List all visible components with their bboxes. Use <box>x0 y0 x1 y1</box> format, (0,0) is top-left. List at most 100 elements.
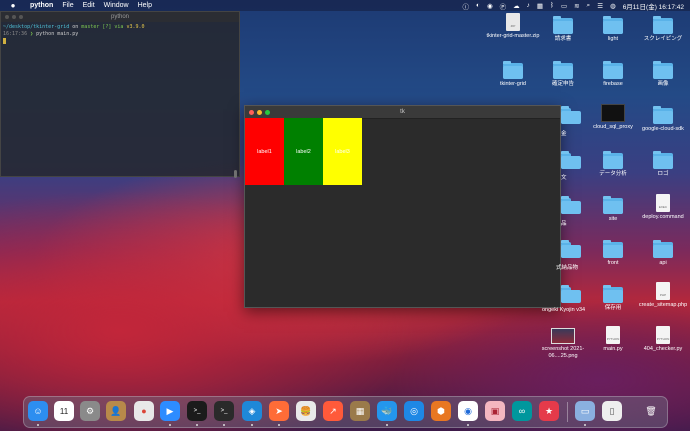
zoom-button[interactable] <box>265 110 270 115</box>
minimize-button[interactable] <box>257 110 262 115</box>
dock-docker-icon[interactable]: 🐳 <box>377 401 397 421</box>
dock-archiver-icon[interactable]: ▦ <box>350 401 370 421</box>
terminal-title: python <box>110 14 129 20</box>
desktop-icon-tkinter-grid[interactable]: tkinter-grid <box>485 61 541 88</box>
info-icon[interactable]: ⓘ <box>463 1 470 11</box>
dock-arduino-icon[interactable]: ∞ <box>512 401 532 421</box>
desktop-icon-deploy-command[interactable]: EXEC deploy.command <box>635 194 690 221</box>
desktop-icon-hozonyou[interactable]: 保存用 <box>585 285 641 312</box>
folder-icon <box>553 61 573 79</box>
terminal-body[interactable]: ~/desktop/tkinter-grid on master [?] via… <box>1 22 239 48</box>
dock-trash-icon[interactable]: 🗑 <box>641 401 661 421</box>
cloud-icon[interactable]: ☁ <box>513 2 520 10</box>
terminal-window[interactable]: python ~/desktop/tkinter-grid on master … <box>0 11 240 178</box>
partial-label-nouhinbutsu[interactable]: 式納品物 <box>556 263 578 271</box>
folder-icon <box>653 61 673 79</box>
partial-label-bun[interactable]: 文 <box>561 173 567 181</box>
partial-label-hin[interactable]: 品 <box>561 219 567 227</box>
desktop-icon-data-bunseki[interactable]: データ分析 <box>585 151 641 178</box>
desktop-icon-scraping[interactable]: スクレイピング <box>635 16 690 43</box>
terminal-titlebar[interactable]: python <box>1 12 239 22</box>
menu-file[interactable]: File <box>62 2 73 9</box>
zip-file-icon: ZIP <box>506 13 520 31</box>
desktop-icon-google-cloud-sdk[interactable]: google-cloud-sdk <box>635 106 690 133</box>
dock-sourcetree-icon[interactable]: ⬢ <box>431 401 451 421</box>
running-indicator <box>169 424 171 426</box>
partial-label-kin[interactable]: 金 <box>561 129 567 137</box>
prompt-line: ~/desktop/tkinter-grid on master [?] via… <box>3 24 145 30</box>
scrollbar[interactable] <box>234 170 237 178</box>
status-area: ⓘ ◐ ◉ Ⓟ ☁ ♪ ▦ ᛒ ▭ ≋ ⌕ ☰ ◍ 6月11日(金) 16:17… <box>463 0 684 11</box>
dock-screenshot-icon[interactable]: ▭ <box>575 401 595 421</box>
desktop-icon-cloud-sql-proxy[interactable]: cloud_sql_proxy <box>585 104 641 131</box>
bluetooth-icon[interactable]: ᛒ <box>550 2 554 9</box>
folder-icon <box>653 16 673 34</box>
dock-separator <box>567 402 568 422</box>
dock-dropbox-icon[interactable]: ◉ <box>458 401 478 421</box>
zoom-button[interactable] <box>19 15 23 19</box>
grid-icon[interactable]: ▦ <box>537 2 543 10</box>
running-indicator <box>223 424 225 426</box>
label2: label2 <box>284 118 323 185</box>
dock-postman-icon[interactable]: ➤ <box>269 401 289 421</box>
dock-tableplus-icon[interactable]: 🍔 <box>296 401 316 421</box>
desktop-icon-front[interactable]: front <box>585 240 641 267</box>
folder-icon <box>653 240 673 258</box>
desktop-icon-firebase[interactable]: firebase <box>585 61 641 88</box>
dock-zoom-icon[interactable]: ▶ <box>160 401 180 421</box>
dock-terminal2-icon[interactable]: >_ <box>214 401 234 421</box>
timer-icon[interactable]: ◐ <box>476 2 480 9</box>
dock-vscode-icon[interactable]: ◈ <box>242 401 262 421</box>
desktop-icon-kakutei[interactable]: 確定申告 <box>535 61 591 88</box>
dock-document-icon[interactable]: ▯ <box>602 401 622 421</box>
folder-icon <box>653 151 673 169</box>
desktop-icon-logo[interactable]: ロゴ <box>635 151 690 178</box>
desktop-icon-gazou[interactable]: 画像 <box>635 61 690 88</box>
running-indicator <box>584 424 586 426</box>
menu-python[interactable]: python <box>30 2 53 9</box>
apple-menu-icon[interactable]: ● <box>8 1 18 10</box>
menubar-clock[interactable]: 6月11日(金) 16:17:42 <box>623 1 684 11</box>
partial-label-ongeki[interactable]: ongeki Kyojin v34 <box>542 307 585 313</box>
desktop-icon-404-checker[interactable]: PYTHON 404_checker.py <box>635 326 690 353</box>
desktop-icon-site[interactable]: site <box>585 196 641 223</box>
close-button[interactable] <box>249 110 254 115</box>
dock-timing-icon[interactable]: ★ <box>539 401 559 421</box>
search-icon[interactable]: ⌕ <box>587 2 591 10</box>
dock-system-preferences-icon[interactable]: ⚙ <box>80 401 100 421</box>
dock-finder-icon[interactable]: ☺ <box>28 401 48 421</box>
dock-safari-icon[interactable]: ◎ <box>404 401 424 421</box>
close-button[interactable] <box>5 15 9 19</box>
tk-window[interactable]: tk label1 label2 label3 <box>244 105 561 308</box>
image-file-icon <box>551 328 575 344</box>
desktop-icon-create-sitemap[interactable]: PHP create_sitemap.php <box>635 282 690 309</box>
desktop-icon-api[interactable]: api <box>635 240 690 267</box>
desktop-icon-seikyusho[interactable]: 請求書 <box>535 16 591 43</box>
minimize-button[interactable] <box>12 15 16 19</box>
dock-preview-icon[interactable]: ▣ <box>485 401 505 421</box>
running-indicator <box>467 424 469 426</box>
desktop-icon-light[interactable]: light <box>585 16 641 43</box>
dock-activity-icon[interactable]: ↗ <box>323 401 343 421</box>
folder-icon <box>603 61 623 79</box>
menu-window[interactable]: Window <box>104 2 129 9</box>
desktop-icon-screenshot[interactable]: screenshot 2021-06....25.png <box>535 328 591 359</box>
sync-icon[interactable]: ◉ <box>487 2 493 10</box>
tk-title: tk <box>400 109 405 115</box>
dock-terminal-icon[interactable]: >_ <box>187 401 207 421</box>
desktop-icon-zip[interactable]: ZIP tkinter-grid-master.zip <box>485 13 541 40</box>
dock-calendar-icon[interactable]: 11 <box>54 401 74 421</box>
siri-icon[interactable]: ◍ <box>610 2 616 10</box>
dock-chrome-icon[interactable]: ● <box>134 401 154 421</box>
control-center-icon[interactable]: ☰ <box>597 2 603 10</box>
menu-edit[interactable]: Edit <box>83 2 95 9</box>
menu-help[interactable]: Help <box>138 2 152 9</box>
battery-icon[interactable]: ▭ <box>561 2 567 10</box>
wifi-icon[interactable]: ≋ <box>574 2 579 10</box>
folder-icon <box>561 240 581 258</box>
speaker-icon[interactable]: ♪ <box>527 2 530 9</box>
p-icon[interactable]: Ⓟ <box>500 1 507 11</box>
folder-icon <box>561 285 581 303</box>
desktop-icon-main-py[interactable]: PYTHON main.py <box>585 326 641 353</box>
dock-contacts-icon[interactable]: 👤 <box>106 401 126 421</box>
